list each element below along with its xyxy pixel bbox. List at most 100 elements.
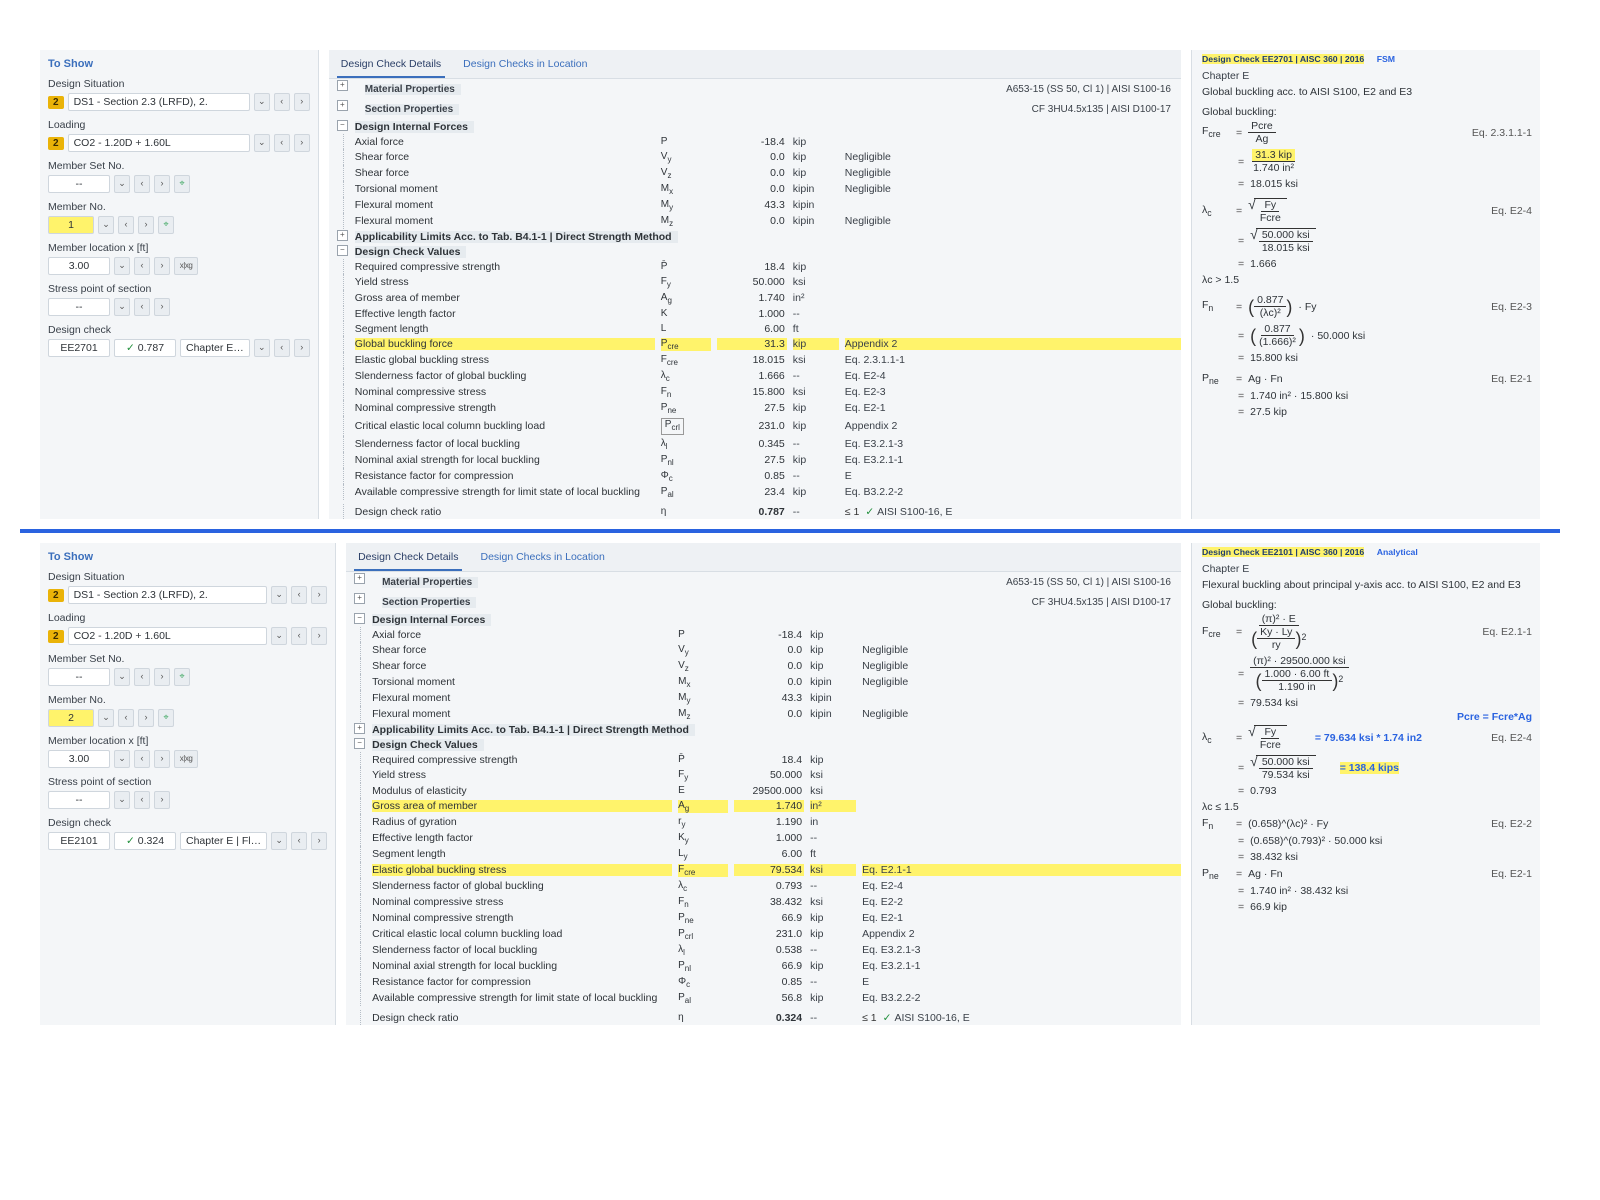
tab-details[interactable]: Design Check Details: [354, 547, 462, 571]
toggle-icon[interactable]: [354, 723, 365, 734]
toggle-icon[interactable]: [337, 245, 348, 256]
value-row: Nominal compressive stressFn15.800ksiEq.…: [337, 384, 1181, 400]
eta-row: Design check ratio η 0.324 -- AISI S100-…: [354, 1010, 1181, 1025]
tab-details[interactable]: Design Check Details: [337, 54, 445, 78]
value-row: Flexural momentMy43.3kipin: [337, 197, 1181, 213]
prev-icon[interactable]: [274, 93, 290, 111]
prev-icon[interactable]: [118, 216, 134, 234]
stress-point-field[interactable]: --: [48, 298, 110, 316]
dropdown-icon[interactable]: [254, 93, 270, 111]
dropdown-icon[interactable]: [271, 832, 287, 850]
next-icon[interactable]: [311, 586, 327, 604]
pick-icon[interactable]: [174, 668, 190, 686]
dropdown-icon[interactable]: [114, 298, 130, 316]
next-icon[interactable]: [294, 339, 310, 357]
eq-lambda: λc= √FyFcre = 79.634 ksi * 1.74 in2 Eq. …: [1202, 723, 1532, 753]
value-row: Modulus of elasticityE29500.000ksi: [354, 783, 1181, 798]
dropdown-icon[interactable]: [114, 791, 130, 809]
toggle-icon[interactable]: [354, 593, 365, 604]
prev-icon[interactable]: [134, 175, 150, 193]
pick-icon[interactable]: [158, 709, 174, 727]
next-icon[interactable]: [311, 832, 327, 850]
toggle-icon[interactable]: [337, 80, 348, 91]
toggle-icon[interactable]: [354, 613, 365, 624]
member-no-label: Member No.: [48, 201, 310, 213]
next-icon[interactable]: [294, 134, 310, 152]
dropdown-icon[interactable]: [114, 175, 130, 193]
design-check-name[interactable]: EE2701: [48, 339, 110, 357]
value-row: Resistance factor for compressionΦc0.85-…: [337, 468, 1181, 484]
block-bottom: To Show Design Situation 2 DS1 - Section…: [40, 543, 1540, 1025]
member-loc-field[interactable]: 3.00: [48, 257, 110, 275]
prev-icon[interactable]: [291, 627, 307, 645]
toggle-icon[interactable]: [337, 100, 348, 111]
prev-icon[interactable]: [118, 709, 134, 727]
next-icon[interactable]: [154, 298, 170, 316]
dropdown-icon[interactable]: [114, 750, 130, 768]
group-material-properties[interactable]: Material Properties: [365, 84, 461, 95]
member-set-field[interactable]: --: [48, 175, 110, 193]
next-icon[interactable]: [154, 257, 170, 275]
dropdown-icon[interactable]: [98, 709, 114, 727]
next-icon[interactable]: [138, 709, 154, 727]
pick-icon[interactable]: [158, 216, 174, 234]
dropdown-icon[interactable]: [254, 134, 270, 152]
member-set-label: Member Set No.: [48, 160, 310, 172]
toggle-icon[interactable]: [337, 120, 348, 131]
next-icon[interactable]: [138, 216, 154, 234]
value-row: Slenderness factor of local bucklingλl0.…: [337, 436, 1181, 452]
calc-mode: Analytical: [1377, 547, 1418, 557]
tab-in-location[interactable]: Design Checks in Location: [476, 547, 608, 571]
dropdown-icon[interactable]: [271, 627, 287, 645]
prev-icon[interactable]: [134, 750, 150, 768]
design-check-chapter[interactable]: Chapter E…: [180, 339, 250, 357]
next-icon[interactable]: [154, 175, 170, 193]
prev-icon[interactable]: [134, 791, 150, 809]
dropdown-icon[interactable]: [114, 257, 130, 275]
group-applicability[interactable]: Applicability Limits Acc. to Tab. B4.1-1…: [355, 231, 678, 243]
next-icon[interactable]: [154, 668, 170, 686]
toggle-icon[interactable]: [337, 230, 348, 241]
prev-icon[interactable]: [291, 586, 307, 604]
value-row: Yield stressFy50.000ksi: [337, 274, 1181, 290]
eq-fn: Fn= 0.877(λc)² · Fy Eq. E2-3: [1202, 292, 1532, 321]
prev-icon[interactable]: [134, 298, 150, 316]
main-panel: Design Check Details Design Checks in Lo…: [346, 543, 1181, 1025]
value-row: Critical elastic local column buckling l…: [337, 416, 1181, 436]
value-row: Gross area of memberAg1.740in²: [337, 290, 1181, 306]
dropdown-icon[interactable]: [114, 668, 130, 686]
xxg-icon[interactable]: [174, 257, 198, 275]
prev-icon[interactable]: [134, 668, 150, 686]
value-row: Shear forceVz0.0kipNegligible: [354, 658, 1181, 674]
next-icon[interactable]: [154, 791, 170, 809]
value-row: Critical elastic local column buckling l…: [354, 926, 1181, 942]
pick-icon[interactable]: [174, 175, 190, 193]
eq-fcre: Fcre= PcreAg Eq. 2.3.1.1-1: [1202, 118, 1532, 147]
xxg-icon[interactable]: [174, 750, 198, 768]
design-situation-field[interactable]: DS1 - Section 2.3 (LRFD), 2.: [68, 93, 250, 111]
divider: [20, 529, 1560, 533]
prev-icon[interactable]: [134, 257, 150, 275]
toggle-icon[interactable]: [354, 738, 365, 749]
prev-icon[interactable]: [274, 134, 290, 152]
group-section-properties[interactable]: Section Properties: [365, 104, 459, 115]
eq-fn: Fn=(0.658)^(λc)² · Fy Eq. E2-2: [1202, 815, 1532, 833]
dropdown-icon[interactable]: [254, 339, 270, 357]
group-design-check-values[interactable]: Design Check Values: [355, 246, 467, 258]
calc-title: Design Check EE2701 | AISC 360 | 2016: [1202, 54, 1364, 64]
member-no-field[interactable]: 1: [48, 216, 94, 234]
dropdown-icon[interactable]: [98, 216, 114, 234]
value-row: Nominal axial strength for local bucklin…: [354, 958, 1181, 974]
value-row: Available compressive strength for limit…: [337, 484, 1181, 500]
to-show-header: To Show: [48, 551, 327, 563]
prev-icon[interactable]: [274, 339, 290, 357]
dropdown-icon[interactable]: [271, 586, 287, 604]
loading-field[interactable]: CO2 - 1.20D + 1.60L: [68, 134, 250, 152]
next-icon[interactable]: [154, 750, 170, 768]
next-icon[interactable]: [294, 93, 310, 111]
tab-in-location[interactable]: Design Checks in Location: [459, 54, 591, 78]
next-icon[interactable]: [311, 627, 327, 645]
group-internal-forces[interactable]: Design Internal Forces: [355, 121, 474, 133]
prev-icon[interactable]: [291, 832, 307, 850]
toggle-icon[interactable]: [354, 573, 365, 584]
